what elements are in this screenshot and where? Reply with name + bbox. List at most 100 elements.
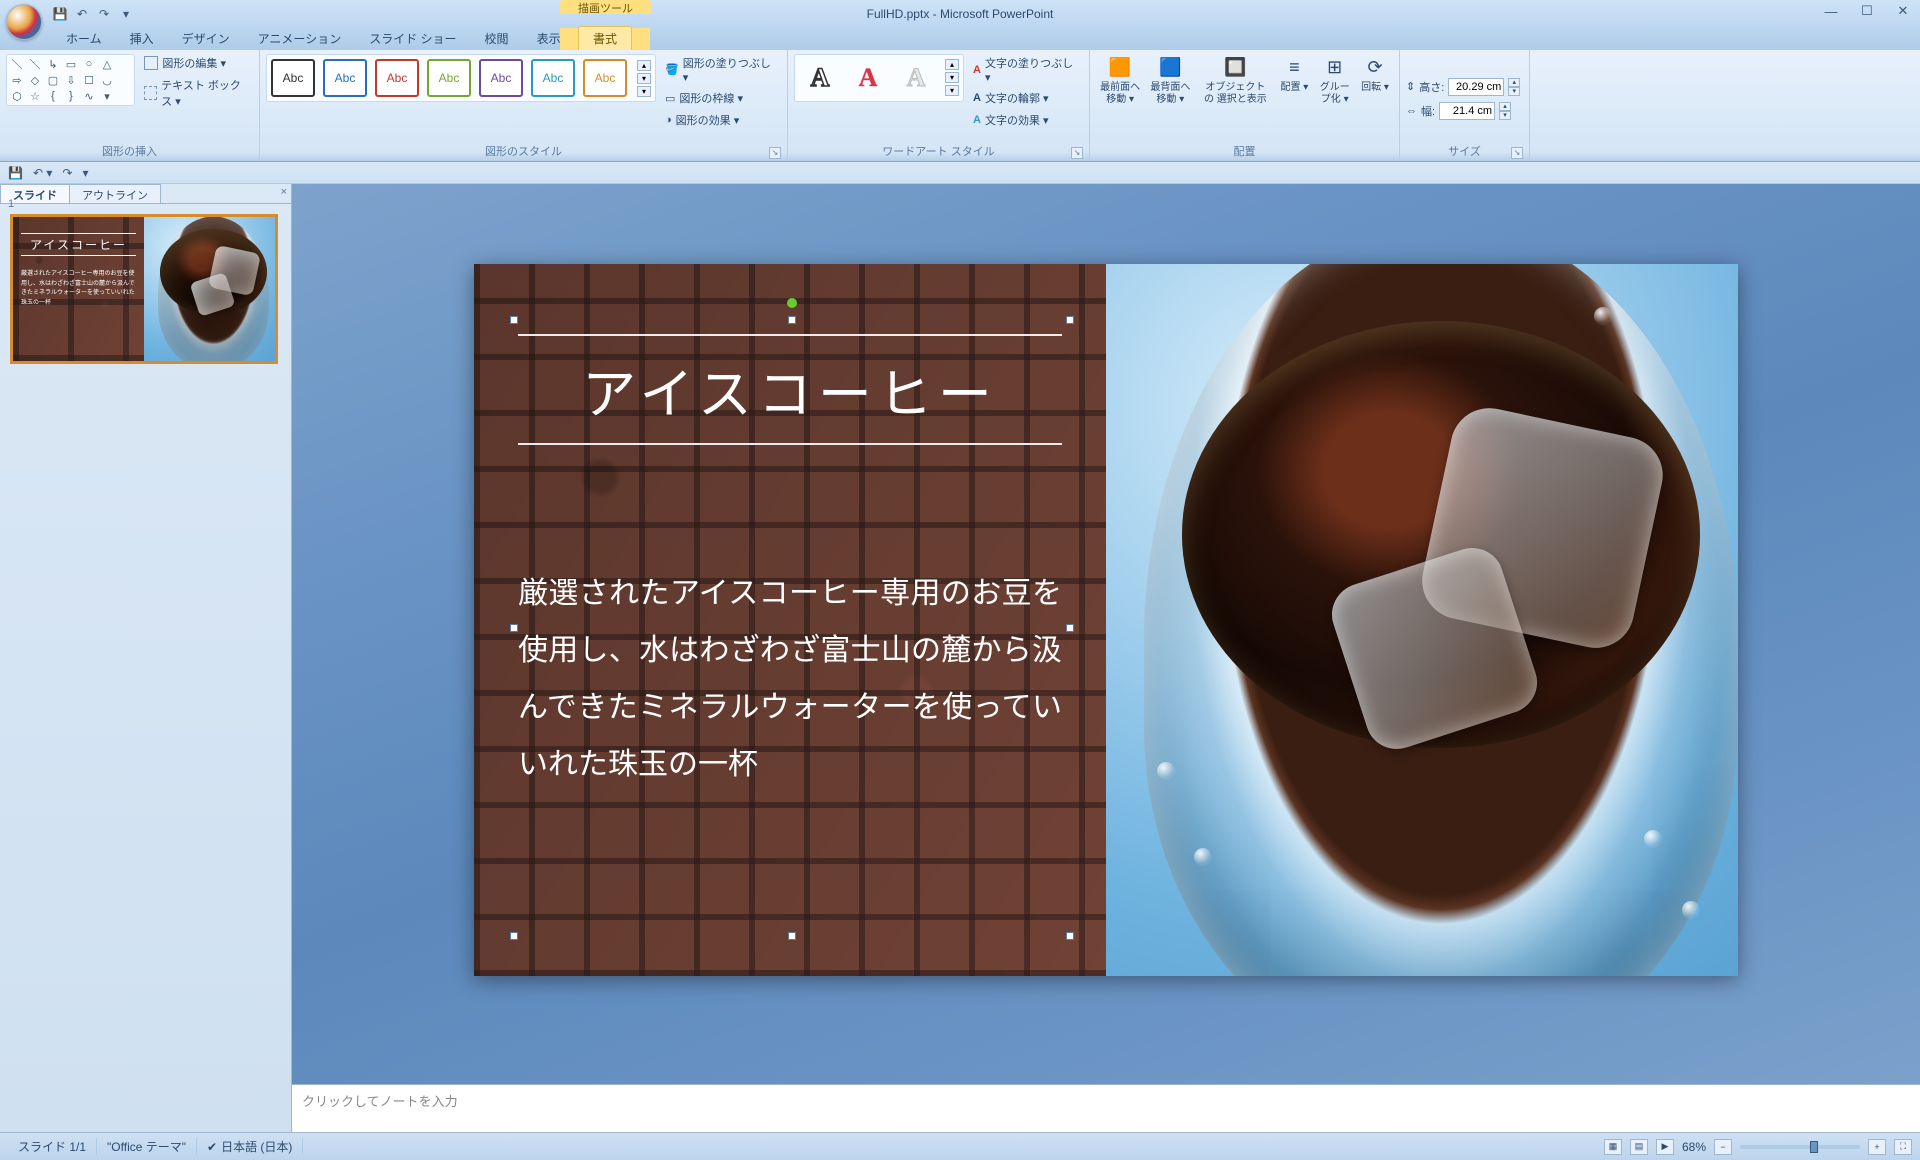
spin-down-icon[interactable]: ▾ [1508, 87, 1520, 96]
undo-icon[interactable]: ↶ ▾ [33, 166, 52, 180]
shape-brace-icon[interactable]: { [45, 89, 61, 103]
shape-oval-icon[interactable]: ○ [81, 57, 97, 71]
wordart-gallery[interactable]: A A A ▴ ▾ ▾ [794, 54, 964, 102]
zoom-in-button[interactable]: + [1868, 1139, 1886, 1155]
text-fill-button[interactable]: A文字の塗りつぶし ▾ [970, 54, 1083, 85]
shape-style-3[interactable]: Abc [375, 59, 419, 97]
shape-more-icon[interactable]: ▾ [99, 89, 115, 103]
resize-handle[interactable] [788, 316, 796, 324]
group-button[interactable]: ⊞グループ化 ▾ [1314, 54, 1355, 108]
shape-star-icon[interactable]: ☆ [27, 89, 43, 103]
shape-triangle-icon[interactable]: △ [99, 57, 115, 71]
send-back-button[interactable]: 🟦最背面へ 移動 ▾ [1146, 54, 1194, 108]
qat-more-icon[interactable]: ▾ [118, 6, 134, 22]
rotate-handle[interactable] [787, 298, 797, 308]
gallery-up-icon[interactable]: ▴ [945, 59, 959, 70]
view-normal-button[interactable]: ▦ [1604, 1139, 1622, 1155]
spin-up-icon[interactable]: ▴ [1499, 102, 1511, 111]
slide-canvas[interactable]: アイスコーヒー 厳選されたアイスコーヒー専用のお豆を使用し、水はわざわざ富士山の… [474, 264, 1738, 976]
shape-line2-icon[interactable]: ＼ [27, 57, 43, 71]
text-outline-button[interactable]: A文字の輪郭 ▾ [970, 89, 1083, 107]
shape-outline-button[interactable]: ▭図形の枠線 ▾ [662, 89, 781, 107]
zoom-slider[interactable] [1740, 1145, 1860, 1149]
redo-icon[interactable]: ↷ [62, 166, 72, 180]
shape-curve-icon[interactable]: ∿ [81, 89, 97, 103]
slide-editor[interactable]: アイスコーヒー 厳選されたアイスコーヒー専用のお豆を使用し、水はわざわざ富士山の… [292, 184, 1920, 1132]
shape-style-7[interactable]: Abc [583, 59, 627, 97]
wordart-style-3[interactable]: A [895, 59, 937, 97]
view-sorter-button[interactable]: ▤ [1630, 1139, 1648, 1155]
dialog-launcher-icon[interactable]: ↘ [1511, 147, 1523, 159]
tab-insert[interactable]: 挿入 [116, 27, 168, 50]
resize-handle[interactable] [788, 932, 796, 940]
shape-diamond-icon[interactable]: ◇ [27, 73, 43, 87]
dialog-launcher-icon[interactable]: ↘ [1071, 147, 1083, 159]
zoom-out-button[interactable]: − [1714, 1139, 1732, 1155]
align-button[interactable]: ≡配置 ▾ [1276, 54, 1312, 96]
close-button[interactable]: ✕ [1892, 2, 1914, 20]
office-button[interactable] [6, 4, 42, 40]
pane-close-icon[interactable]: × [281, 186, 287, 198]
tab-animations[interactable]: アニメーション [244, 27, 356, 50]
tab-home[interactable]: ホーム [52, 27, 116, 50]
text-box-button[interactable]: テキスト ボックス ▾ [141, 76, 253, 110]
view-slideshow-button[interactable]: ▶ [1656, 1139, 1674, 1155]
shape-brace2-icon[interactable]: } [63, 89, 79, 103]
dialog-launcher-icon[interactable]: ↘ [769, 147, 781, 159]
maximize-button[interactable]: ☐ [1856, 2, 1878, 20]
undo-icon[interactable]: ↶ [74, 6, 90, 22]
shape-style-gallery[interactable]: Abc Abc Abc Abc Abc Abc Abc ▴ ▾ ▾ [266, 54, 656, 102]
resize-handle[interactable] [1066, 316, 1074, 324]
shape-effects-button[interactable]: ◑図形の効果 ▾ [662, 111, 781, 129]
zoom-percent[interactable]: 68% [1682, 1140, 1706, 1154]
shape-style-1[interactable]: Abc [271, 59, 315, 97]
rotate-button[interactable]: ⟳回転 ▾ [1357, 54, 1393, 96]
shape-arrowdn-icon[interactable]: ⇩ [63, 73, 79, 87]
tab-slideshow[interactable]: スライド ショー [355, 27, 470, 50]
shapes-gallery[interactable]: ＼ ＼ ↳ ▭ ○ △ ⇨ ◇ ▢ ⇩ ☐ ◡ ⬡ ☆ { } ∿ ▾ [6, 54, 135, 106]
gallery-expand-icon[interactable]: ▾ [637, 86, 651, 97]
shape-rect-icon[interactable]: ▭ [63, 57, 79, 71]
wordart-style-2[interactable]: A [847, 59, 889, 97]
resize-handle[interactable] [510, 624, 518, 632]
shape-connector-icon[interactable]: ↳ [45, 57, 61, 71]
resize-handle[interactable] [1066, 624, 1074, 632]
text-effects-button[interactable]: A文字の効果 ▾ [970, 111, 1083, 129]
qat-customize-icon[interactable]: ▾ [82, 166, 88, 180]
minimize-button[interactable]: — [1820, 2, 1842, 20]
wordart-style-1[interactable]: A [799, 59, 841, 97]
shape-arrow-icon[interactable]: ⇨ [9, 73, 25, 87]
width-input[interactable] [1439, 102, 1495, 120]
save-icon[interactable]: 💾 [52, 6, 68, 22]
gallery-down-icon[interactable]: ▾ [637, 73, 651, 84]
resize-handle[interactable] [1066, 932, 1074, 940]
shape-hex-icon[interactable]: ⬡ [9, 89, 25, 103]
gallery-expand-icon[interactable]: ▾ [945, 85, 959, 96]
tab-review[interactable]: 校閲 [471, 27, 523, 50]
spin-down-icon[interactable]: ▾ [1499, 111, 1511, 120]
shape-style-5[interactable]: Abc [479, 59, 523, 97]
shape-rrect-icon[interactable]: ▢ [45, 73, 61, 87]
gallery-up-icon[interactable]: ▴ [637, 60, 651, 71]
shape-callout-icon[interactable]: ☐ [81, 73, 97, 87]
pane-tab-outline[interactable]: アウトライン [69, 184, 161, 203]
tab-design[interactable]: デザイン [168, 27, 244, 50]
shape-style-6[interactable]: Abc [531, 59, 575, 97]
redo-icon[interactable]: ↷ [96, 6, 112, 22]
bring-front-button[interactable]: 🟧最前面へ 移動 ▾ [1096, 54, 1144, 108]
spin-up-icon[interactable]: ▴ [1508, 78, 1520, 87]
edit-shape-button[interactable]: 図形の編集 ▾ [141, 54, 253, 72]
resize-handle[interactable] [510, 932, 518, 940]
shape-style-2[interactable]: Abc [323, 59, 367, 97]
fit-window-button[interactable]: ⛶ [1894, 1139, 1912, 1155]
slide-thumbnail-1[interactable]: アイスコーヒー 厳選されたアイスコーヒー専用のお豆を使用し、水はわざわざ富士山の… [10, 214, 278, 364]
height-input[interactable] [1448, 78, 1504, 96]
resize-handle[interactable] [510, 316, 518, 324]
shape-arc-icon[interactable]: ◡ [99, 73, 115, 87]
notes-pane[interactable]: クリックしてノートを入力 [292, 1084, 1920, 1132]
status-language[interactable]: ✔日本語 (日本) [197, 1138, 303, 1155]
shape-style-4[interactable]: Abc [427, 59, 471, 97]
save-icon[interactable]: 💾 [8, 166, 23, 180]
shape-line-icon[interactable]: ＼ [9, 57, 25, 71]
tab-format[interactable]: 書式 [578, 26, 632, 50]
